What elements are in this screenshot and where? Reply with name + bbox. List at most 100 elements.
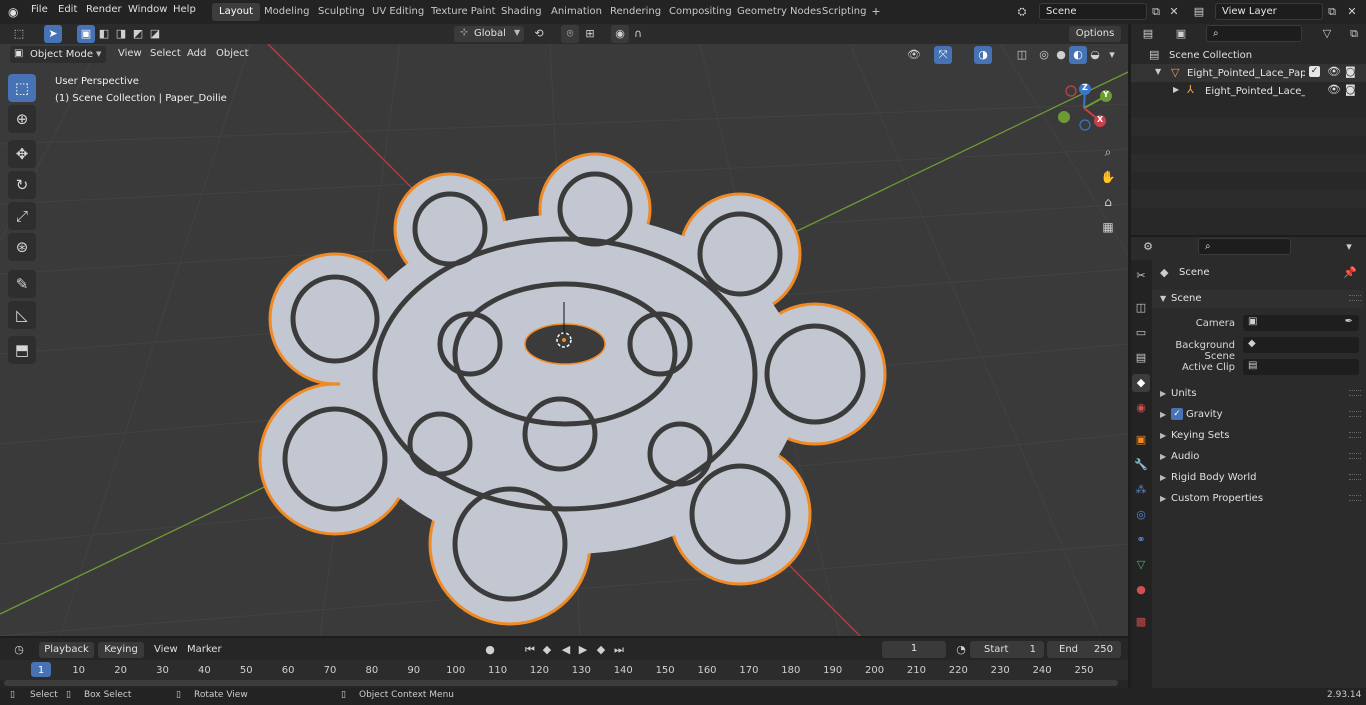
select-tool-icon[interactable]: ➤: [44, 25, 62, 43]
view-layer-field[interactable]: View Layer: [1215, 3, 1323, 20]
modifiers-tab-icon[interactable]: 🔧: [1132, 456, 1150, 474]
options-dropdown[interactable]: Options: [1069, 26, 1121, 42]
render-tab-icon[interactable]: ◫: [1132, 299, 1150, 317]
jump-to-keyframe-forward-icon[interactable]: ◆: [592, 641, 610, 659]
snap-target-icon[interactable]: ⊞: [581, 25, 599, 43]
eyedropper-icon[interactable]: ✒: [1345, 316, 1353, 327]
outliner-search-input[interactable]: ⌕: [1206, 25, 1302, 42]
viewport-menu-object[interactable]: Object: [216, 48, 249, 59]
blender-logo-icon[interactable]: ◉: [8, 5, 24, 19]
move-tool-icon[interactable]: ✥: [8, 140, 36, 168]
panel-gravity[interactable]: ▶ ✓ Gravity: [1152, 406, 1364, 424]
drag-grip-icon[interactable]: [1349, 295, 1361, 301]
pan-hand-icon[interactable]: ✋: [1098, 167, 1118, 187]
expand-chevron-icon[interactable]: ▼: [1160, 294, 1166, 303]
zoom-icon[interactable]: ⌕: [1098, 142, 1118, 162]
drag-grip-icon[interactable]: [1349, 390, 1361, 396]
viewport-menu-add[interactable]: Add: [187, 48, 206, 59]
snap-icon[interactable]: ⌾: [561, 25, 579, 43]
auto-keying-icon[interactable]: ●: [481, 641, 499, 659]
gizmo-toggle-icon[interactable]: ⤧: [934, 46, 952, 64]
new-view-layer-icon[interactable]: ⧉: [1323, 3, 1341, 21]
scale-tool-icon[interactable]: ⤢: [8, 202, 36, 230]
data-tab-icon[interactable]: ▽: [1132, 556, 1150, 574]
active-clip-field[interactable]: ▤: [1243, 359, 1359, 375]
drag-grip-icon[interactable]: [1349, 411, 1361, 417]
properties-search-input[interactable]: ⌕: [1198, 238, 1291, 255]
play-icon[interactable]: ▶: [574, 641, 592, 659]
tab-compositing[interactable]: Compositing: [662, 3, 739, 21]
perspective-toggle-icon[interactable]: ▦: [1098, 217, 1118, 237]
cursor-tool-icon[interactable]: ⊕: [8, 105, 36, 133]
orientation-dropdown[interactable]: ⊹ Global ▼: [454, 26, 524, 42]
3d-viewport[interactable]: [0, 44, 1128, 636]
clock-icon[interactable]: ◔: [952, 641, 970, 659]
menu-help[interactable]: Help: [173, 4, 196, 15]
panel-keying-sets[interactable]: ▶ Keying Sets: [1152, 427, 1364, 445]
drag-grip-icon[interactable]: [1349, 474, 1361, 480]
panel-units[interactable]: ▶ Units: [1152, 385, 1364, 403]
tab-geometry-nodes[interactable]: Geometry Nodes: [730, 3, 828, 21]
outliner-row-scene-collection[interactable]: ▤ Scene Collection: [1131, 46, 1366, 64]
properties-editor-type-icon[interactable]: ⚙: [1139, 238, 1157, 256]
solid-shading-icon[interactable]: ●: [1052, 46, 1070, 64]
transform-tool-icon[interactable]: ⊛: [8, 233, 36, 261]
expand-chevron-icon[interactable]: ▼: [1155, 67, 1161, 76]
add-cube-tool-icon[interactable]: ⬒: [8, 336, 36, 364]
menu-file[interactable]: File: [31, 4, 48, 15]
annotate-tool-icon[interactable]: ✎: [8, 270, 36, 298]
select-mode-intersect-icon[interactable]: ◪: [146, 25, 164, 43]
mode-dropdown[interactable]: ▣ Object Mode ▼: [10, 46, 106, 63]
select-mode-invert-icon[interactable]: ◩: [129, 25, 147, 43]
world-tab-icon[interactable]: ◉: [1132, 399, 1150, 417]
editor-type-icon[interactable]: ⬚: [10, 25, 28, 43]
panel-rigid-body-world[interactable]: ▶ Rigid Body World: [1152, 469, 1364, 487]
drag-grip-icon[interactable]: [1349, 453, 1361, 459]
falloff-icon[interactable]: ∩: [629, 25, 647, 43]
overlays-toggle-icon[interactable]: ◑: [974, 46, 992, 64]
visibility-eye-icon[interactable]: 👁: [1327, 83, 1341, 96]
drag-grip-icon[interactable]: [1349, 495, 1361, 501]
jump-to-keyframe-back-icon[interactable]: ◆: [538, 641, 556, 659]
viewport-menu-select[interactable]: Select: [150, 48, 181, 59]
menu-window[interactable]: Window: [128, 4, 167, 15]
outliner-editor-type-icon[interactable]: ▤: [1139, 25, 1157, 43]
render-camera-icon[interactable]: ◙: [1345, 65, 1356, 78]
scene-field[interactable]: Scene: [1039, 3, 1147, 20]
measure-tool-icon[interactable]: ◺: [8, 301, 36, 329]
add-workspace-icon[interactable]: +: [867, 3, 885, 21]
pin-icon[interactable]: 📌: [1343, 266, 1357, 279]
end-frame-field[interactable]: End 250: [1047, 641, 1121, 658]
visibility-eye-icon[interactable]: 👁: [1327, 65, 1341, 78]
properties-options-chevron-icon[interactable]: ▾: [1340, 238, 1358, 256]
physics-tab-icon[interactable]: ◎: [1132, 506, 1150, 524]
new-scene-icon[interactable]: ⧉: [1147, 3, 1165, 21]
tool-tab-icon[interactable]: ✂: [1132, 267, 1150, 285]
navigation-gizmo[interactable]: [1054, 80, 1122, 136]
gravity-checkbox[interactable]: ✓: [1171, 408, 1183, 420]
scene-tab-icon[interactable]: ◆: [1132, 374, 1150, 392]
outliner-row-object[interactable]: ▼ ▽ Eight_Pointed_Lace_Paper_Do ✓ 👁 ◙: [1131, 64, 1366, 82]
close-view-layer-icon[interactable]: ✕: [1343, 3, 1361, 21]
material-tab-icon[interactable]: ●: [1132, 581, 1150, 599]
tab-texture-paint[interactable]: Texture Paint: [424, 3, 503, 21]
rendered-shading-icon[interactable]: ◒: [1086, 46, 1104, 64]
viewport-menu-view[interactable]: View: [118, 48, 142, 59]
panel-audio[interactable]: ▶ Audio: [1152, 448, 1364, 466]
proportional-editing-icon[interactable]: ◉: [611, 25, 629, 43]
texture-tab-icon[interactable]: ▩: [1132, 613, 1150, 631]
timeline-menu-marker[interactable]: Marker: [187, 644, 222, 655]
select-mode-new-icon[interactable]: ▣: [77, 25, 95, 43]
jump-to-end-icon[interactable]: ⏭: [610, 641, 628, 659]
camera-field[interactable]: ▣ ✒: [1243, 315, 1359, 331]
camera-view-icon[interactable]: ⌂: [1098, 192, 1118, 212]
output-tab-icon[interactable]: ▭: [1132, 324, 1150, 342]
tab-animation[interactable]: Animation: [544, 3, 609, 21]
drag-grip-icon[interactable]: [1349, 432, 1361, 438]
select-mode-subtract-icon[interactable]: ◨: [112, 25, 130, 43]
view-layer-selector-icon[interactable]: ▤: [1190, 3, 1208, 21]
new-collection-icon[interactable]: ⧉: [1345, 25, 1363, 43]
constraints-tab-icon[interactable]: ⚭: [1132, 531, 1150, 549]
xray-toggle-icon[interactable]: ◫: [1013, 46, 1031, 64]
tweak-select-tool-icon[interactable]: ⬚: [8, 74, 36, 102]
